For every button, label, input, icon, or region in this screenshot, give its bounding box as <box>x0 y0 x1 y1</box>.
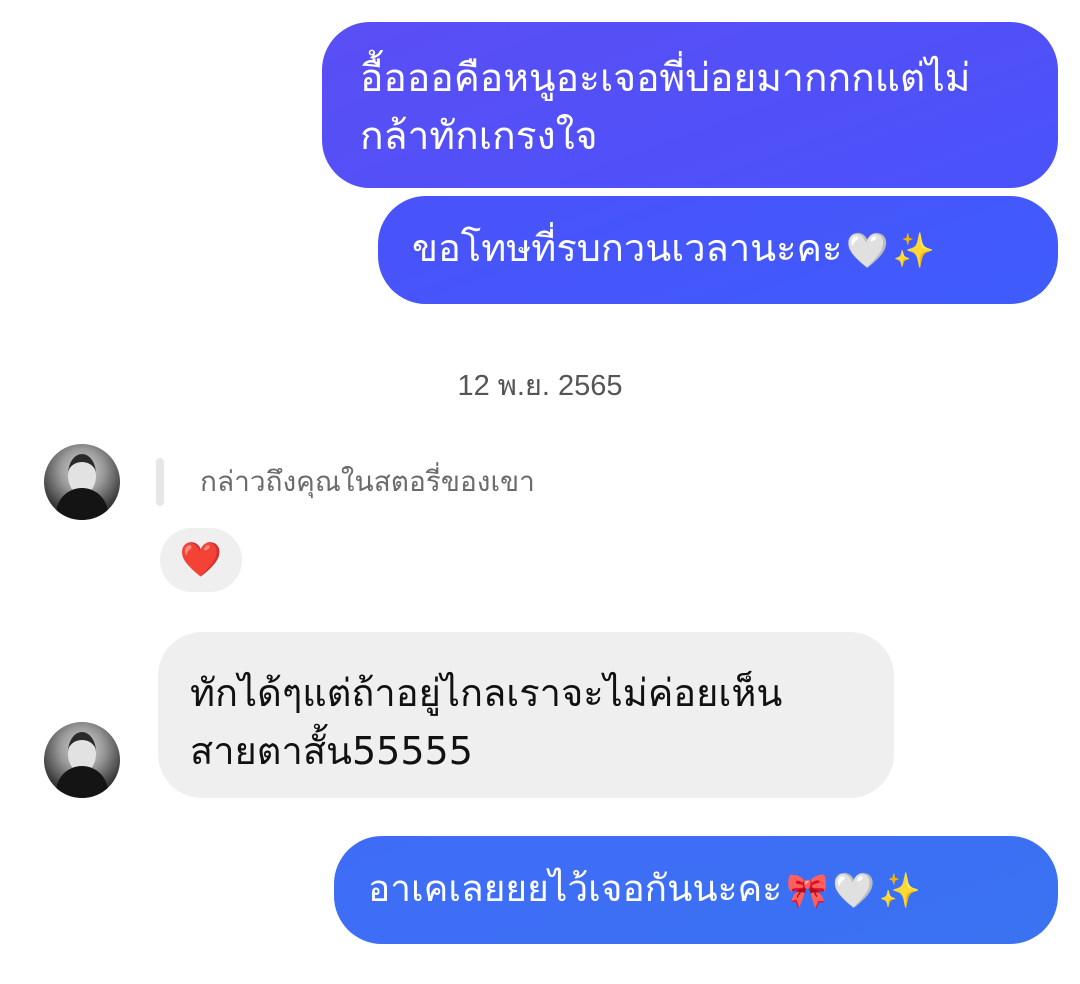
sent-message-bubble[interactable]: อาเคเลยยยไว้เจอกันนะคะ 🎀 🤍 ✨ <box>334 836 1058 944</box>
white-heart-icon: 🤍 <box>832 870 875 911</box>
red-heart-icon: ❤️ <box>179 540 223 580</box>
story-mention[interactable]: กล่าวถึงคุณในสตอรี่ของเขา <box>156 458 535 506</box>
message-text: ขอโทษที่รบกวนเวลานะคะ <box>412 226 843 270</box>
sent-message-bubble[interactable]: ขอโทษที่รบกวนเวลานะคะ 🤍 ✨ <box>378 196 1058 304</box>
avatar-body-shape <box>56 766 108 798</box>
avatar-body-shape <box>56 488 108 520</box>
avatar[interactable] <box>44 444 120 520</box>
heart-reaction[interactable]: ❤️ <box>160 528 242 592</box>
message-text: อื้อออคือหนูอะเจอพี่บ่อยมากกกแต่ไม่กล้าท… <box>360 56 971 159</box>
sparkles-icon: ✨ <box>878 870 922 911</box>
date-separator: 12 พ.ย. 2565 <box>457 370 623 402</box>
received-message-bubble[interactable]: ทักได้ๆแต่ถ้าอยู่ไกลเราจะไม่ค่อยเห็นสายต… <box>158 632 894 798</box>
avatar[interactable] <box>44 722 120 798</box>
story-mention-bar <box>156 458 164 506</box>
white-heart-icon: 🤍 <box>846 230 889 271</box>
sent-message-bubble[interactable]: อื้อออคือหนูอะเจอพี่บ่อยมากกกแต่ไม่กล้าท… <box>322 22 1058 188</box>
message-text: อาเคเลยยยไว้เจอกันนะคะ <box>368 867 783 910</box>
ribbon-icon: 🎀 <box>786 870 829 911</box>
story-mention-label: กล่าวถึงคุณในสตอรี่ของเขา <box>200 465 535 498</box>
message-text: ทักได้ๆแต่ถ้าอยู่ไกลเราจะไม่ค่อยเห็นสายต… <box>190 671 783 773</box>
sparkles-icon: ✨ <box>892 230 936 271</box>
